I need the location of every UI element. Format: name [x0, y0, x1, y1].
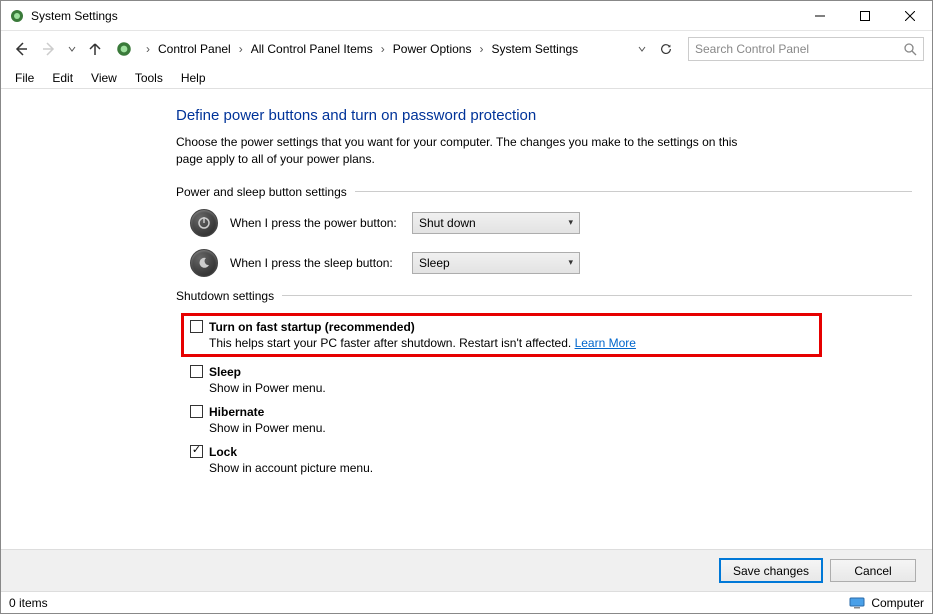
refresh-button[interactable] [654, 37, 678, 61]
window-title: System Settings [31, 9, 118, 23]
power-button-row: When I press the power button: Shut down… [190, 209, 912, 237]
lock-item: Lock Show in account picture menu. [190, 443, 912, 477]
lock-checkbox[interactable] [190, 445, 203, 458]
lock-title: Lock [209, 445, 237, 459]
search-placeholder: Search Control Panel [695, 42, 903, 56]
hibernate-checkbox[interactable] [190, 405, 203, 418]
button-bar: Save changes Cancel [1, 549, 932, 591]
learn-more-link[interactable]: Learn More [575, 336, 636, 350]
breadcrumb-item[interactable]: All Control Panel Items [247, 40, 377, 58]
sleep-button-label: When I press the sleep button: [230, 256, 400, 270]
section-power-sleep: Power and sleep button settings [176, 185, 912, 199]
up-button[interactable] [83, 37, 107, 61]
chevron-down-icon: ▾ [568, 257, 573, 268]
chevron-right-icon: › [237, 42, 245, 56]
select-value: Shut down [419, 216, 476, 230]
status-items-count: 0 items [9, 596, 48, 610]
power-icon [190, 209, 218, 237]
app-icon [9, 8, 25, 24]
chevron-right-icon: › [379, 42, 387, 56]
search-icon [903, 42, 917, 56]
sleep-button-row: When I press the sleep button: Sleep ▾ [190, 249, 912, 277]
separator [355, 191, 912, 192]
fast-startup-title: Turn on fast startup (recommended) [209, 320, 415, 334]
chevron-right-icon: › [144, 42, 152, 56]
chevron-down-icon: ▾ [568, 217, 573, 228]
separator [282, 295, 912, 296]
sleep-item: Sleep Show in Power menu. [190, 363, 912, 397]
chevron-right-icon: › [477, 42, 485, 56]
sleep-icon [190, 249, 218, 277]
status-location: Computer [871, 596, 924, 610]
sleep-button-select[interactable]: Sleep ▾ [412, 252, 580, 274]
breadcrumb-item[interactable]: System Settings [487, 40, 582, 58]
fast-startup-item: Turn on fast startup (recommended) This … [181, 313, 822, 357]
minimize-button[interactable] [797, 1, 842, 30]
recent-chevron-icon[interactable] [65, 37, 79, 61]
content-area: Define power buttons and turn on passwor… [1, 89, 932, 549]
section-shutdown: Shutdown settings [176, 289, 912, 303]
sleep-checkbox[interactable] [190, 365, 203, 378]
fast-startup-desc: This helps start your PC faster after sh… [209, 336, 813, 350]
menu-edit[interactable]: Edit [44, 69, 81, 87]
hibernate-item: Hibernate Show in Power menu. [190, 403, 912, 437]
menu-tools[interactable]: Tools [127, 69, 171, 87]
hibernate-title: Hibernate [209, 405, 264, 419]
menu-bar: File Edit View Tools Help [1, 67, 932, 89]
maximize-button[interactable] [842, 1, 887, 30]
menu-help[interactable]: Help [173, 69, 214, 87]
hibernate-desc: Show in Power menu. [209, 421, 912, 435]
menu-view[interactable]: View [83, 69, 125, 87]
save-button[interactable]: Save changes [720, 559, 822, 582]
page-description: Choose the power settings that you want … [176, 134, 746, 169]
breadcrumb-item[interactable]: Power Options [389, 40, 476, 58]
search-input[interactable]: Search Control Panel [688, 37, 924, 61]
sleep-title: Sleep [209, 365, 241, 379]
fast-startup-checkbox[interactable] [190, 320, 203, 333]
breadcrumb-item[interactable]: Control Panel [154, 40, 235, 58]
page-heading: Define power buttons and turn on passwor… [176, 107, 912, 124]
computer-icon [849, 597, 865, 609]
cancel-button[interactable]: Cancel [830, 559, 916, 582]
forward-button[interactable] [37, 37, 61, 61]
power-button-select[interactable]: Shut down ▾ [412, 212, 580, 234]
shutdown-settings-list: Turn on fast startup (recommended) This … [190, 313, 912, 477]
power-button-label: When I press the power button: [230, 216, 400, 230]
sleep-desc: Show in Power menu. [209, 381, 912, 395]
status-bar: 0 items Computer [1, 591, 932, 613]
breadcrumb[interactable]: › Control Panel › All Control Panel Item… [141, 37, 626, 61]
menu-file[interactable]: File [7, 69, 42, 87]
location-icon [115, 40, 133, 58]
back-button[interactable] [9, 37, 33, 61]
select-value: Sleep [419, 256, 450, 270]
lock-desc: Show in account picture menu. [209, 461, 912, 475]
address-dropdown-button[interactable] [634, 38, 650, 60]
close-button[interactable] [887, 1, 932, 30]
title-bar: System Settings [1, 1, 932, 31]
section-label: Shutdown settings [176, 289, 274, 303]
nav-bar: › Control Panel › All Control Panel Item… [1, 31, 932, 67]
section-label: Power and sleep button settings [176, 185, 347, 199]
